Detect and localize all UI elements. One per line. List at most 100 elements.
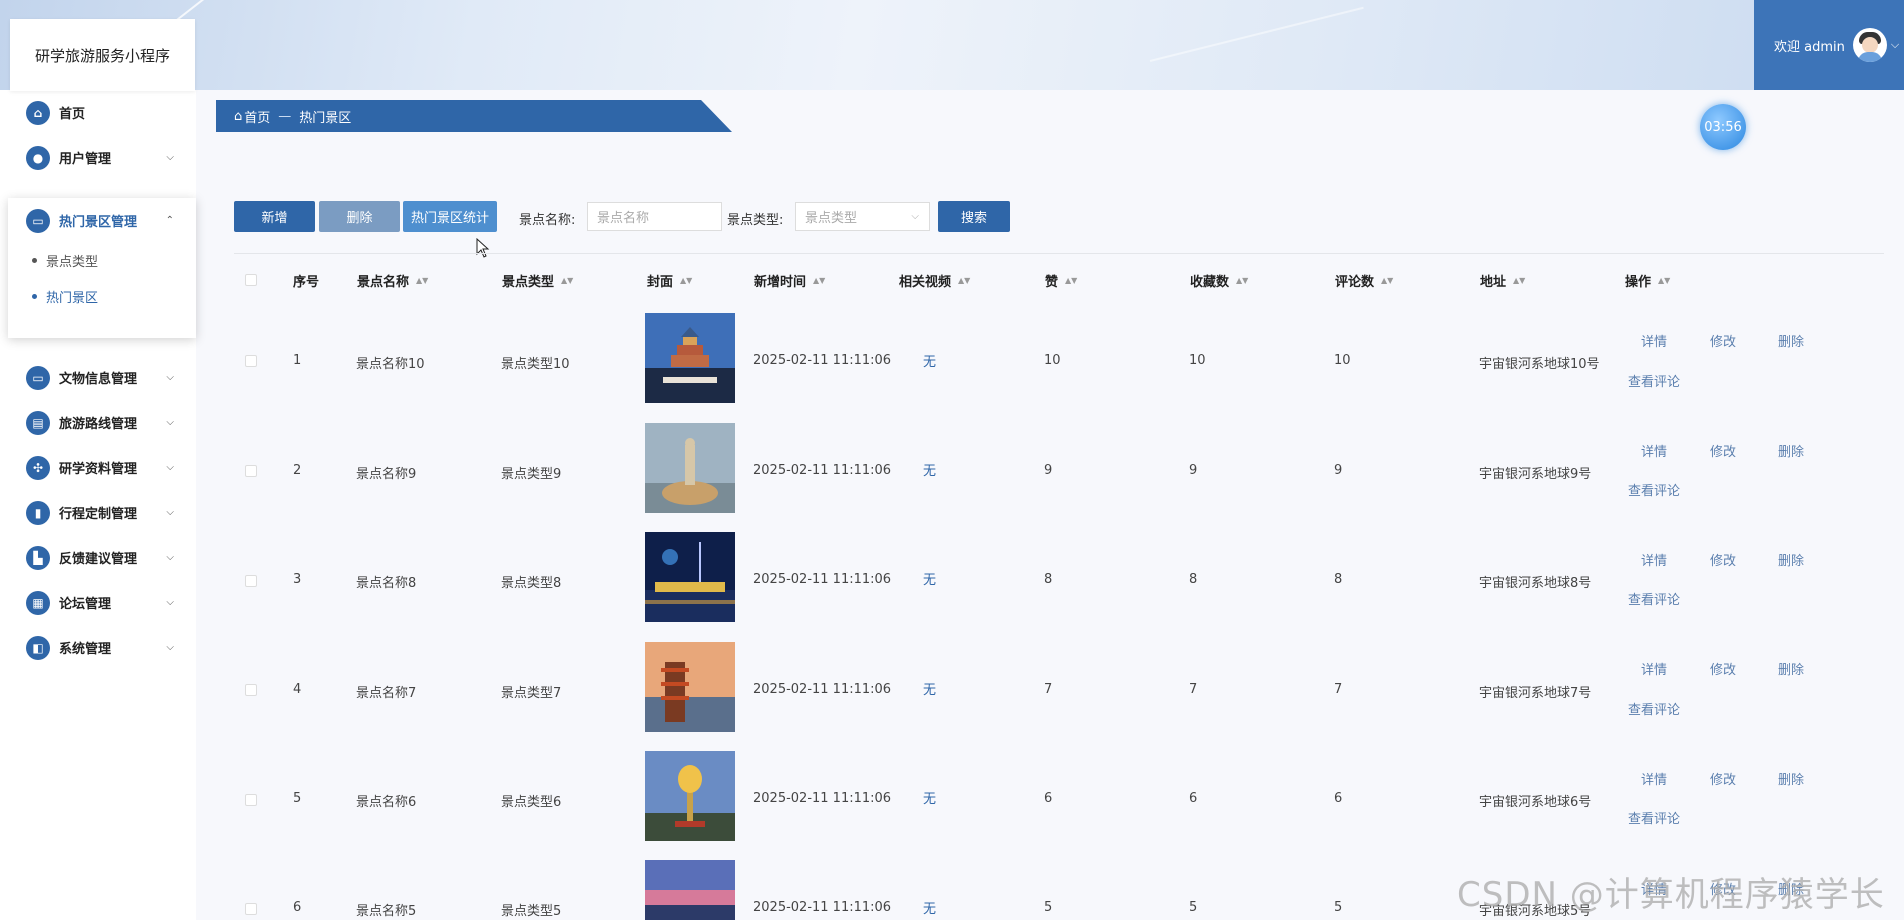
delete-row-button[interactable]: 删除 <box>1778 550 1804 569</box>
delete-row-button[interactable]: 删除 <box>1778 659 1804 678</box>
view-comments-button[interactable]: 查看评论 <box>1628 371 1680 390</box>
cell-no: 3 <box>293 572 302 587</box>
sidebar-item-home[interactable]: ⌂ 首页 <box>0 90 196 135</box>
cell-name: 景点名称8 <box>356 576 417 591</box>
pagoda-icon[interactable] <box>645 642 735 732</box>
cell-name: 景点名称7 <box>356 686 417 701</box>
delete-button[interactable]: 删除 <box>319 201 400 232</box>
sidebar-item-itinerary[interactable]: ▮ 行程定制管理 ⌵ <box>0 490 196 535</box>
cell-favorites: 5 <box>1189 900 1198 915</box>
cell-video[interactable]: 无 <box>923 679 936 698</box>
sidebar-item-routes[interactable]: ▤ 旅游路线管理 ⌵ <box>0 400 196 445</box>
home-icon: ⌂ <box>234 108 243 124</box>
detail-button[interactable]: 详情 <box>1641 331 1667 350</box>
search-button[interactable]: 搜索 <box>938 201 1010 232</box>
name-search-input[interactable]: 景点名称 <box>587 202 722 231</box>
sidebar-subitem-hot-scenic[interactable]: 热门景区 <box>32 287 98 306</box>
row-checkbox[interactable] <box>245 465 257 477</box>
breadcrumb-separator: — <box>278 108 292 124</box>
sort-icon: ▲▼ <box>1513 275 1526 285</box>
avatar[interactable] <box>1852 28 1887 62</box>
column-header-comments[interactable]: 评论数 ▲▼ <box>1335 271 1393 290</box>
sidebar-item-forum[interactable]: ▦ 论坛管理 ⌵ <box>0 580 196 625</box>
chevron-down-icon: ⌵ <box>166 507 174 518</box>
user-menu[interactable]: 欢迎 admin ⌵ <box>1754 0 1904 90</box>
delete-row-button[interactable]: 删除 <box>1778 769 1804 788</box>
sort-icon: ▲▼ <box>1065 275 1078 285</box>
sidebar-item-system[interactable]: ◧ 系统管理 ⌵ <box>0 625 196 670</box>
column-header-cover[interactable]: 封面 ▲▼ <box>647 271 692 290</box>
row-checkbox[interactable] <box>245 794 257 806</box>
sidebar-item-relics[interactable]: ▭ 文物信息管理 ⌵ <box>0 355 196 400</box>
cell-video[interactable]: 无 <box>923 898 936 917</box>
row-checkbox[interactable] <box>245 355 257 367</box>
column-header-name[interactable]: 景点名称 ▲▼ <box>357 271 428 290</box>
row-checkbox[interactable] <box>245 684 257 696</box>
column-header-likes[interactable]: 赞 ▲▼ <box>1045 271 1077 290</box>
lotus-sculpture-icon[interactable] <box>645 751 735 841</box>
detail-button[interactable]: 详情 <box>1641 550 1667 569</box>
edit-button[interactable]: 修改 <box>1710 331 1736 350</box>
sidebar-item-feedback[interactable]: ▙ 反馈建议管理 ⌵ <box>0 535 196 580</box>
view-comments-button[interactable]: 查看评论 <box>1628 480 1680 499</box>
column-header-type[interactable]: 景点类型 ▲▼ <box>502 271 573 290</box>
sort-icon: ▲▼ <box>561 275 574 285</box>
stats-button[interactable]: 热门景区统计 <box>403 201 497 232</box>
statue-icon[interactable] <box>645 423 735 513</box>
delete-row-button[interactable]: 删除 <box>1778 441 1804 460</box>
detail-button[interactable]: 详情 <box>1641 659 1667 678</box>
cell-type: 景点类型5 <box>501 904 562 919</box>
cell-address: 宇宙银河系地球7号 <box>1479 686 1592 701</box>
cell-video[interactable]: 无 <box>923 351 936 370</box>
detail-button[interactable]: 详情 <box>1641 441 1667 460</box>
chevron-down-icon: ⌵ <box>166 642 174 653</box>
sidebar-subitem-scenic-type[interactable]: 景点类型 <box>32 251 98 270</box>
column-header-address[interactable]: 地址 ▲▼ <box>1480 271 1525 290</box>
edit-button[interactable]: 修改 <box>1710 769 1736 788</box>
type-select[interactable]: 景点类型 ⌵ <box>795 202 930 231</box>
route-icon: ▤ <box>26 410 50 435</box>
view-comments-button[interactable]: 查看评论 <box>1628 808 1680 827</box>
edit-button[interactable]: 修改 <box>1710 659 1736 678</box>
cell-no: 1 <box>293 353 302 368</box>
view-comments-button[interactable]: 查看评论 <box>1628 699 1680 718</box>
select-all-checkbox[interactable] <box>245 274 257 286</box>
chevron-down-icon: ⌵ <box>166 372 174 383</box>
row-checkbox[interactable] <box>245 903 257 915</box>
cell-address: 宇宙银河系地球6号 <box>1479 795 1592 810</box>
view-comments-button[interactable]: 查看评论 <box>1628 589 1680 608</box>
edit-button[interactable]: 修改 <box>1710 441 1736 460</box>
column-header-favorites[interactable]: 收藏数 ▲▼ <box>1190 271 1248 290</box>
chevron-up-icon: ⌃ <box>165 215 174 226</box>
cell-video[interactable]: 无 <box>923 460 936 479</box>
cell-likes: 10 <box>1044 353 1061 368</box>
detail-button[interactable]: 详情 <box>1641 769 1667 788</box>
sidebar-item-study-materials[interactable]: ✣ 研学资料管理 ⌵ <box>0 445 196 490</box>
chevron-down-icon[interactable]: ⌵ <box>1891 38 1899 52</box>
sunset-icon[interactable] <box>645 860 735 920</box>
cell-video[interactable]: 无 <box>923 788 936 807</box>
breadcrumb-home[interactable]: 首页 <box>244 107 270 126</box>
add-button[interactable]: 新增 <box>234 201 315 232</box>
top-header: 欢迎 admin ⌵ <box>0 0 1904 90</box>
sidebar-item-users[interactable]: ● 用户管理 ⌵ <box>0 135 196 180</box>
chevron-down-icon: ⌵ <box>166 417 174 428</box>
name-filter-label: 景点名称: <box>519 213 576 228</box>
column-header-video[interactable]: 相关视频 ▲▼ <box>899 271 970 290</box>
column-header-actions[interactable]: 操作 ▲▼ <box>1625 271 1670 290</box>
city-night-icon[interactable] <box>645 532 735 622</box>
sidebar-subitem-label: 热门景区 <box>46 291 99 306</box>
cell-favorites: 9 <box>1189 463 1198 478</box>
temple-icon[interactable] <box>645 313 735 403</box>
cell-video[interactable]: 无 <box>923 569 936 588</box>
cell-type: 景点类型8 <box>501 576 562 591</box>
cell-likes: 8 <box>1044 572 1053 587</box>
sidebar-item-scenic-management[interactable]: ▭ 热门景区管理 ⌃ <box>0 198 196 243</box>
sort-icon: ▲▼ <box>1658 275 1671 285</box>
delete-row-button[interactable]: 删除 <box>1778 331 1804 350</box>
edit-button[interactable]: 修改 <box>1710 550 1736 569</box>
row-checkbox[interactable] <box>245 575 257 587</box>
cell-no: 2 <box>293 463 302 478</box>
timer-badge[interactable]: 03:56 <box>1700 104 1746 150</box>
column-header-time[interactable]: 新增时间 ▲▼ <box>754 271 825 290</box>
